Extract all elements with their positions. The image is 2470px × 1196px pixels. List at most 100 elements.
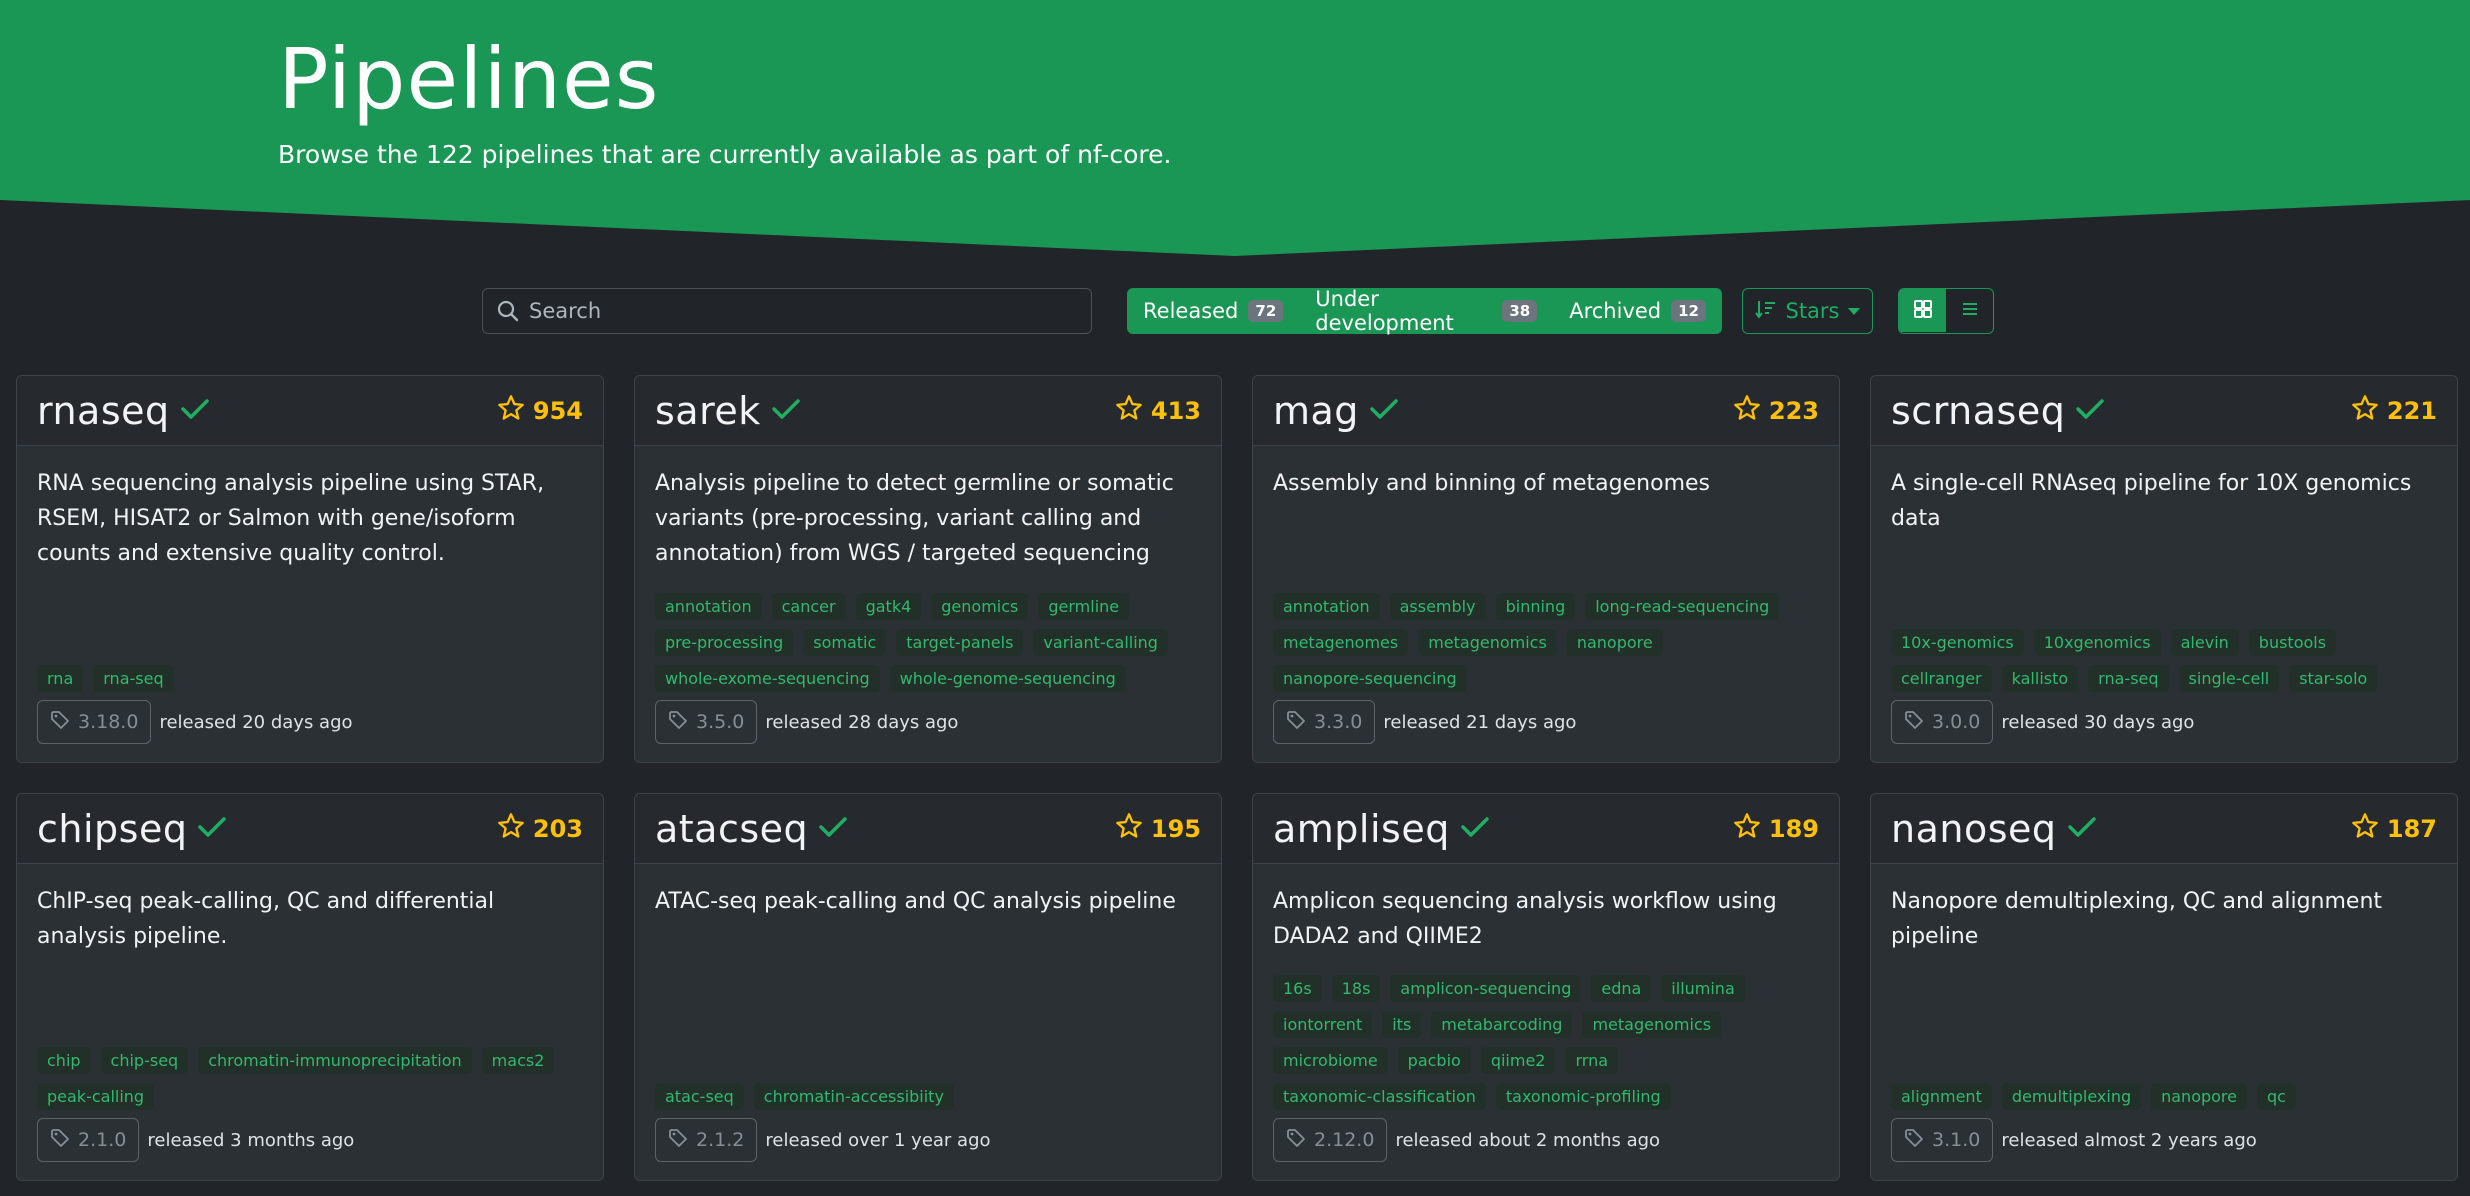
pipeline-card[interactable]: rnaseq 954 RNA sequencing analysis pipel… xyxy=(16,375,604,763)
pipeline-name[interactable]: ampliseq xyxy=(1273,807,1450,851)
topic-tag[interactable]: metagenomics xyxy=(1582,1011,1722,1038)
topic-tag[interactable]: peak-calling xyxy=(37,1083,155,1110)
topic-tag[interactable]: taxonomic-profiling xyxy=(1495,1083,1671,1110)
topic-tag[interactable]: qc xyxy=(2257,1083,2296,1110)
version-badge[interactable]: 3.5.0 xyxy=(655,700,758,744)
topic-tag[interactable]: nanopore-sequencing xyxy=(1273,665,1467,692)
pipeline-description: Nanopore demultiplexing, QC and alignmen… xyxy=(1891,889,2383,949)
topic-tag[interactable]: somatic xyxy=(803,629,887,656)
search-input[interactable] xyxy=(529,289,1069,332)
pipeline-card[interactable]: chipseq 203 ChIP-seq peak-calling, QC an… xyxy=(16,793,604,1181)
pipeline-card[interactable]: mag 223 Assembly and binning of metageno… xyxy=(1252,375,1840,763)
pipeline-card[interactable]: atacseq 195 ATAC-seq peak-calling and QC… xyxy=(634,793,1222,1181)
list-view-button[interactable] xyxy=(1946,289,1993,332)
topic-tag[interactable]: whole-exome-sequencing xyxy=(655,665,880,692)
topic-tag[interactable]: chromatin-accessibiity xyxy=(753,1083,954,1110)
topic-tag[interactable]: variant-calling xyxy=(1033,629,1168,656)
topic-tag[interactable]: pre-processing xyxy=(655,629,794,656)
version-badge[interactable]: 3.3.0 xyxy=(1273,700,1376,744)
version-badge[interactable]: 3.0.0 xyxy=(1891,700,1994,744)
status-filter-group: Released 72 Under development 38 Archive… xyxy=(1127,287,1722,335)
topic-tag[interactable]: star-solo xyxy=(2289,665,2378,692)
tag-icon xyxy=(1286,1128,1306,1153)
topic-tag[interactable]: annotation xyxy=(655,593,762,620)
topic-tag[interactable]: gatk4 xyxy=(855,593,922,620)
card-footer: 3.1.0 released almost 2 years ago xyxy=(1891,1118,2257,1162)
topic-tag[interactable]: alevin xyxy=(2170,629,2239,656)
topic-tag[interactable]: qiime2 xyxy=(1480,1047,1556,1074)
star-value: 203 xyxy=(532,814,583,843)
pipeline-name[interactable]: nanoseq xyxy=(1891,807,2057,851)
version-value: 3.5.0 xyxy=(696,711,745,733)
pipeline-name[interactable]: chipseq xyxy=(37,807,187,851)
topic-tag[interactable]: 10x-genomics xyxy=(1891,629,2024,656)
topic-tag[interactable]: amplicon-sequencing xyxy=(1390,975,1582,1002)
topic-tag[interactable]: nanopore xyxy=(1566,629,1663,656)
star-icon xyxy=(497,394,525,428)
topic-tag[interactable]: metagenomes xyxy=(1273,629,1409,656)
version-badge[interactable]: 2.12.0 xyxy=(1273,1118,1388,1162)
pipeline-name[interactable]: sarek xyxy=(655,389,761,433)
filter-under-development-button[interactable]: Under development 38 xyxy=(1299,287,1553,335)
grid-view-button[interactable] xyxy=(1899,289,1946,332)
topic-tag[interactable]: 16s xyxy=(1273,975,1322,1002)
topic-tag[interactable]: metagenomics xyxy=(1418,629,1557,656)
filter-released-button[interactable]: Released 72 xyxy=(1127,288,1299,334)
pipeline-name[interactable]: atacseq xyxy=(655,807,808,851)
toolbar: Released 72 Under development 38 Archive… xyxy=(0,287,2470,336)
topic-tag[interactable]: pacbio xyxy=(1397,1047,1471,1074)
topic-tag[interactable]: chip xyxy=(37,1047,91,1074)
topic-tag[interactable]: nanopore xyxy=(2151,1083,2247,1110)
topic-tag[interactable]: binning xyxy=(1495,593,1576,620)
filter-archived-button[interactable]: Archived 12 xyxy=(1553,288,1722,334)
topic-tag[interactable]: chip-seq xyxy=(100,1047,189,1074)
version-badge[interactable]: 3.1.0 xyxy=(1891,1118,1994,1162)
topic-tag[interactable]: cancer xyxy=(771,593,846,620)
topic-tag[interactable]: rrna xyxy=(1565,1047,1619,1074)
topic-tag[interactable]: genomics xyxy=(931,593,1029,620)
topic-tag[interactable]: taxonomic-classification xyxy=(1273,1083,1486,1110)
topic-tag[interactable]: 18s xyxy=(1331,975,1381,1002)
topic-tag[interactable]: long-read-sequencing xyxy=(1585,593,1780,620)
topic-tag[interactable]: rna-seq xyxy=(93,665,174,692)
pipeline-card[interactable]: scrnaseq 221 A single-cell RNAseq pipeli… xyxy=(1870,375,2458,763)
topic-tag[interactable]: illumina xyxy=(1661,975,1745,1002)
pipeline-name[interactable]: mag xyxy=(1273,389,1359,433)
version-badge[interactable]: 2.1.2 xyxy=(655,1118,758,1162)
topic-tag[interactable]: macs2 xyxy=(481,1047,555,1074)
topic-tag[interactable]: whole-genome-sequencing xyxy=(889,665,1126,692)
pipeline-name[interactable]: rnaseq xyxy=(37,389,170,433)
topic-tag[interactable]: annotation xyxy=(1273,593,1380,620)
topic-tag[interactable]: chromatin-immunoprecipitation xyxy=(198,1047,472,1074)
topic-tag[interactable]: iontorrent xyxy=(1273,1011,1373,1038)
card-header: sarek 413 xyxy=(635,376,1221,446)
topic-tag[interactable]: metabarcoding xyxy=(1431,1011,1573,1038)
version-value: 2.1.0 xyxy=(78,1129,127,1151)
topic-tag[interactable]: microbiome xyxy=(1273,1047,1388,1074)
topic-tag[interactable]: demultiplexing xyxy=(2001,1083,2142,1110)
topic-tag[interactable]: germline xyxy=(1038,593,1130,620)
pipeline-card[interactable]: nanoseq 187 Nanopore demultiplexing, QC … xyxy=(1870,793,2458,1181)
pipeline-card[interactable]: sarek 413 Analysis pipeline to detect ge… xyxy=(634,375,1222,763)
topic-tag[interactable]: single-cell xyxy=(2178,665,2280,692)
topic-tag[interactable]: kallisto xyxy=(2001,665,2079,692)
topic-tag[interactable]: 10xgenomics xyxy=(2033,629,2161,656)
sort-dropdown-button[interactable]: Stars xyxy=(1742,288,1873,334)
topic-tag[interactable]: assembly xyxy=(1389,593,1486,620)
sort-icon xyxy=(1755,299,1777,324)
topic-tag[interactable]: rna-seq xyxy=(2088,665,2169,692)
topic-tag[interactable]: edna xyxy=(1591,975,1652,1002)
pipeline-card[interactable]: ampliseq 189 Amplicon sequencing analysi… xyxy=(1252,793,1840,1181)
pipeline-name[interactable]: scrnaseq xyxy=(1891,389,2065,433)
version-badge[interactable]: 3.18.0 xyxy=(37,700,152,744)
topic-tag[interactable]: target-panels xyxy=(896,629,1024,656)
version-badge[interactable]: 2.1.0 xyxy=(37,1118,140,1162)
topic-tag[interactable]: alignment xyxy=(1891,1083,1992,1110)
card-header: nanoseq 187 xyxy=(1871,794,2457,864)
version-value: 3.1.0 xyxy=(1932,1129,1981,1151)
topic-tag[interactable]: cellranger xyxy=(1891,665,1992,692)
topic-tag[interactable]: bustools xyxy=(2248,629,2337,656)
topic-tag[interactable]: rna xyxy=(37,665,84,692)
topic-tag[interactable]: atac-seq xyxy=(655,1083,744,1110)
topic-tag[interactable]: its xyxy=(1382,1011,1422,1038)
